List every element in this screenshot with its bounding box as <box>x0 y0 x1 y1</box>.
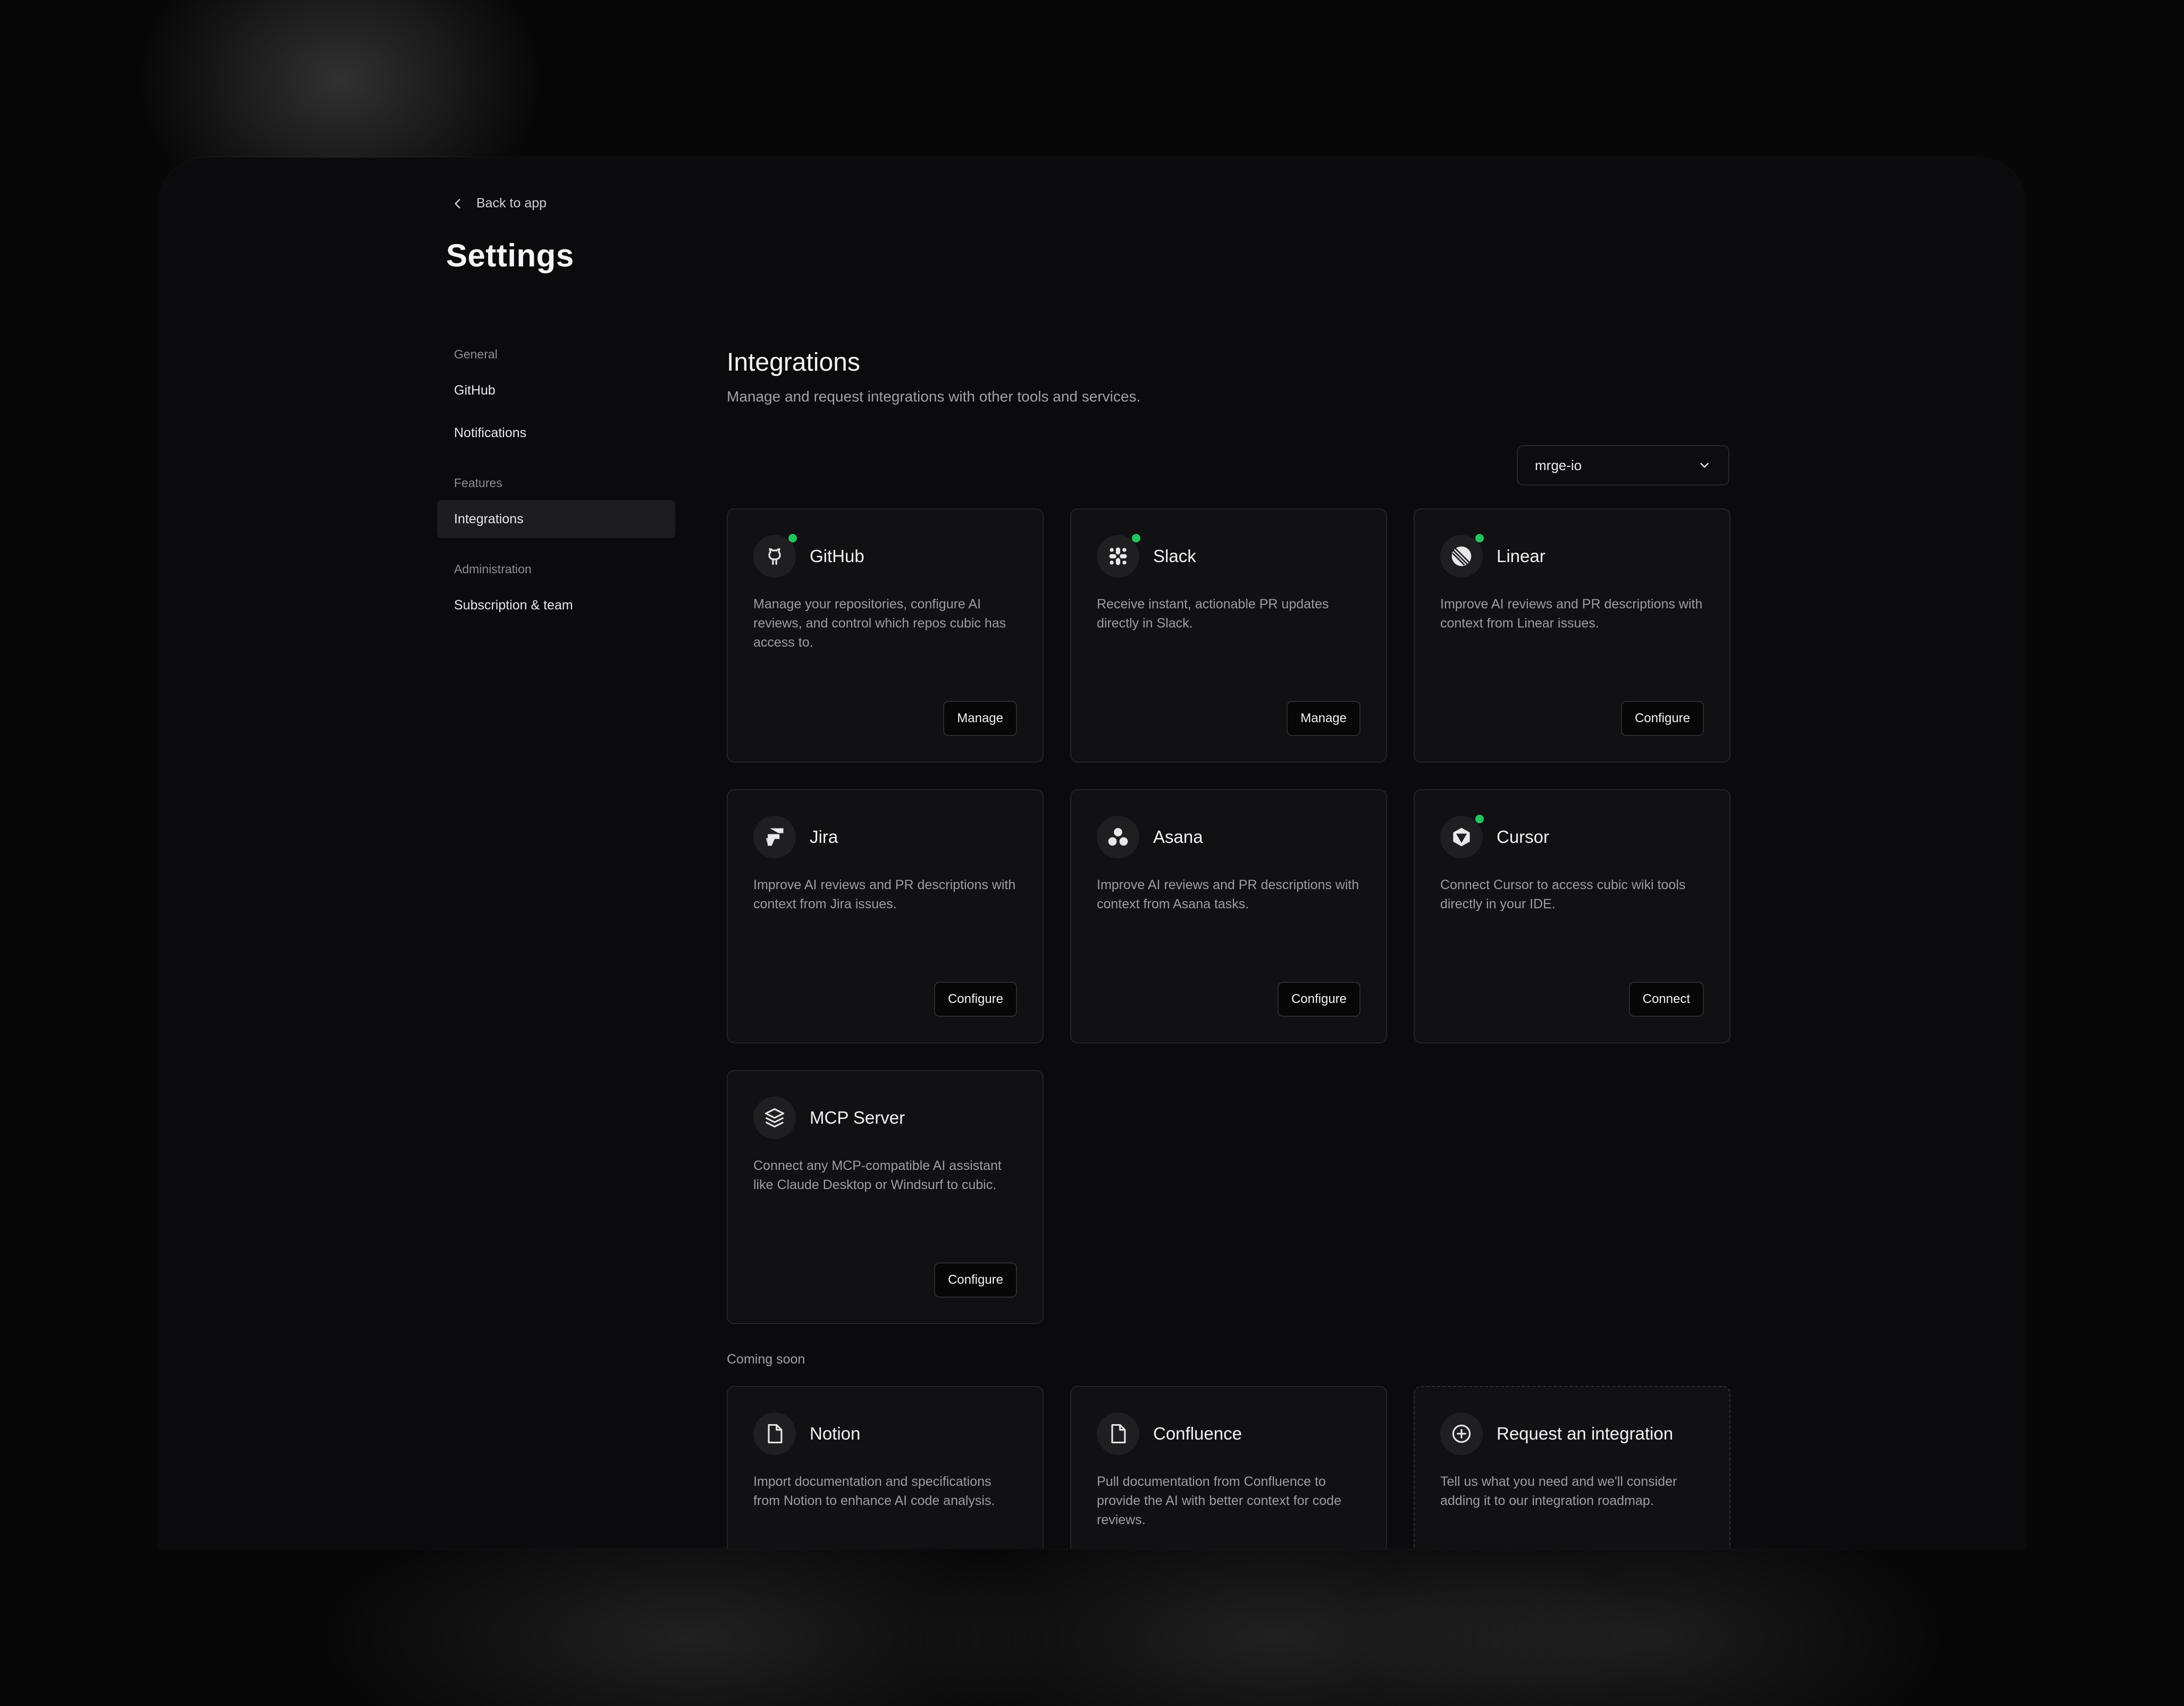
integration-name: Jira <box>810 827 838 847</box>
integration-description: Import documentation and specifications … <box>753 1474 995 1508</box>
integration-name: Slack <box>1153 546 1196 566</box>
nav-group-administration: Administration <box>454 562 532 576</box>
integration-name: Notion <box>810 1424 861 1443</box>
page-title: Settings <box>446 238 574 273</box>
integration-card-jira: Jira Improve AI reviews and PR descripti… <box>727 789 1044 1043</box>
integration-name: Linear <box>1497 546 1545 566</box>
integration-description: Connect any MCP-compatible AI assistant … <box>753 1158 1002 1192</box>
integration-description: Connect Cursor to access cubic wiki tool… <box>1440 877 1686 911</box>
settings-sidebar: General GitHub Notifications Features In… <box>437 344 675 624</box>
back-link-label: Back to app <box>476 196 547 211</box>
integrations-panel: Integrations Manage and request integrat… <box>727 344 1769 1549</box>
connected-status-dot <box>1475 534 1484 542</box>
integration-card-slack: Slack Receive instant, actionable PR upd… <box>1070 508 1387 763</box>
integration-name: Cursor <box>1497 827 1550 847</box>
jira-icon <box>753 816 796 858</box>
manage-github-button[interactable]: Manage <box>943 701 1017 736</box>
document-icon <box>1097 1412 1139 1455</box>
integration-name: MCP Server <box>810 1108 905 1127</box>
nav-group-features: Features <box>454 476 502 490</box>
connected-status-dot <box>1475 815 1484 823</box>
integration-description: Improve AI reviews and PR descriptions w… <box>753 877 1016 911</box>
integration-description: Improve AI reviews and PR descriptions w… <box>1440 597 1703 631</box>
connected-status-dot <box>788 534 797 542</box>
integration-name: Confluence <box>1153 1424 1242 1443</box>
plus-circle-icon <box>1440 1412 1483 1455</box>
document-icon <box>753 1412 796 1455</box>
configure-jira-button[interactable]: Configure <box>934 982 1017 1017</box>
configure-mcp-server-button[interactable]: Configure <box>934 1262 1017 1298</box>
integration-card-mcp-server: MCP Server Connect any MCP-compatible AI… <box>727 1070 1044 1324</box>
sidebar-item-notifications[interactable]: Notifications <box>437 414 675 452</box>
request-integration-card[interactable]: Request an integration Tell us what you … <box>1414 1386 1731 1549</box>
integration-card-cursor: Cursor Connect Cursor to access cubic wi… <box>1414 789 1731 1043</box>
section-title: Integrations <box>727 348 860 377</box>
chevron-left-icon <box>455 198 460 208</box>
app-window: Back to app Settings General GitHub Noti… <box>158 157 2026 1549</box>
sidebar-item-integrations[interactable]: Integrations <box>437 500 675 538</box>
coming-soon-card-confluence: Confluence Pull documentation from Confl… <box>1070 1386 1387 1549</box>
coming-soon-label: Coming soon <box>727 1352 805 1367</box>
integration-description: Tell us what you need and we'll consider… <box>1440 1474 1677 1508</box>
chevron-down-icon <box>1700 463 1709 468</box>
integration-description: Improve AI reviews and PR descriptions w… <box>1097 877 1359 911</box>
integration-name: GitHub <box>810 546 864 566</box>
configure-asana-button[interactable]: Configure <box>1277 982 1360 1017</box>
sidebar-item-github[interactable]: GitHub <box>437 371 675 409</box>
integration-description: Receive instant, actionable PR updates d… <box>1097 597 1329 631</box>
layers-icon <box>753 1097 796 1139</box>
integration-name: Request an integration <box>1497 1424 1674 1443</box>
integration-name: Asana <box>1153 827 1203 847</box>
integration-description: Manage your repositories, configure AI r… <box>753 597 1006 650</box>
integration-card-github: GitHub Manage your repositories, configu… <box>727 508 1044 763</box>
section-subtitle: Manage and request integrations with oth… <box>727 388 1141 405</box>
manage-slack-button[interactable]: Manage <box>1287 701 1360 736</box>
asana-icon <box>1097 816 1139 858</box>
nav-group-general: General <box>454 347 498 361</box>
configure-linear-button[interactable]: Configure <box>1620 701 1704 736</box>
sidebar-item-subscription-team[interactable]: Subscription & team <box>437 586 675 624</box>
organization-select[interactable]: mrge-io <box>1517 445 1729 486</box>
integration-card-asana: Asana Improve AI reviews and PR descript… <box>1070 789 1387 1043</box>
integration-card-linear: Linear Improve AI reviews and PR descrip… <box>1414 508 1731 763</box>
back-to-app-link[interactable]: Back to app <box>451 196 547 211</box>
integration-description: Pull documentation from Confluence to pr… <box>1097 1474 1341 1527</box>
organization-select-value: mrge-io <box>1535 457 1582 473</box>
coming-soon-card-notion: Notion Import documentation and specific… <box>727 1386 1044 1549</box>
connected-status-dot <box>1132 534 1140 542</box>
connect-cursor-button[interactable]: Connect <box>1628 982 1704 1017</box>
